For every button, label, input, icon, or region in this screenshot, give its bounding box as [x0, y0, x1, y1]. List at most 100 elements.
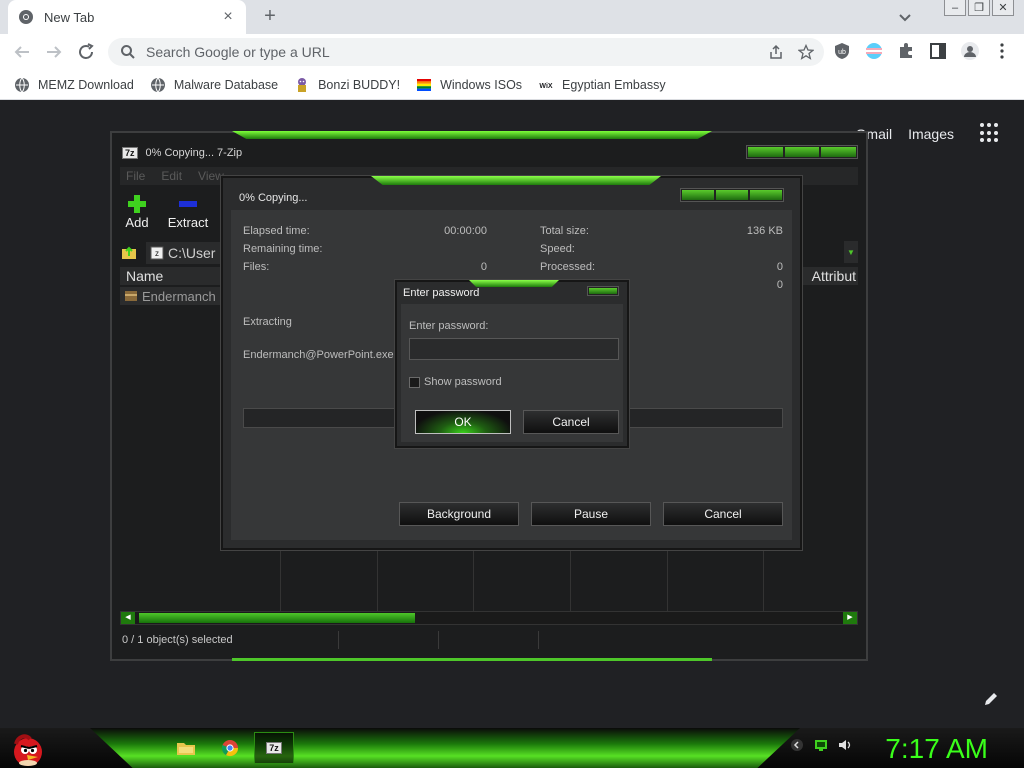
file-archive-icon	[125, 291, 137, 301]
password-dialog-title: Enter password	[403, 287, 480, 299]
copying-dialog-title: 0% Copying...	[239, 192, 308, 204]
ublock-icon[interactable]: ub	[832, 41, 852, 61]
restore-button[interactable]: ❐	[968, 0, 990, 16]
total-size-label: Total size:	[540, 225, 589, 237]
bookmark-label: Malware Database	[173, 77, 279, 92]
column-attributes[interactable]: Attribut	[812, 268, 856, 284]
customize-pencil-icon[interactable]	[982, 690, 1000, 708]
google-apps-icon[interactable]	[980, 123, 1000, 143]
cancel-password-button[interactable]: Cancel	[523, 410, 619, 434]
images-link[interactable]: Images	[908, 126, 954, 142]
windows-flag-icon	[417, 78, 432, 91]
menu-edit[interactable]: Edit	[161, 169, 182, 183]
background-button[interactable]: Background	[399, 502, 519, 526]
taskbar-explorer[interactable]	[166, 732, 206, 764]
files-value: 0	[480, 261, 487, 273]
volume-icon[interactable]	[838, 738, 852, 752]
horizontal-scrollbar[interactable]: ◀ ▶	[120, 611, 858, 625]
path-dropdown-icon[interactable]: ▼	[844, 241, 858, 263]
trans-flag-icon[interactable]	[864, 41, 884, 61]
add-button[interactable]: Add	[120, 193, 154, 230]
taskbar-7zip[interactable]: 7z	[254, 732, 294, 764]
folder-up-icon[interactable]	[120, 244, 138, 262]
minimize-button[interactable]: –	[944, 0, 966, 16]
sevenzip-statusbar: 0 / 1 object(s) selected	[120, 631, 858, 649]
tab-close-icon[interactable]: ×	[220, 9, 236, 25]
bookmark-label: Windows ISOs	[440, 77, 523, 92]
pause-button[interactable]: Pause	[531, 502, 651, 526]
extract-icon	[179, 201, 197, 207]
svg-text:ub: ub	[838, 49, 846, 56]
window-controls: – ❐ ✕	[944, 0, 1014, 16]
new-tab-button[interactable]: +	[258, 5, 282, 29]
share-icon[interactable]	[768, 44, 784, 60]
omnibox-input[interactable]	[146, 44, 746, 60]
remaining-time-label: Remaining time:	[243, 243, 323, 255]
total-size-value: 136 KB	[746, 225, 783, 237]
bookmark-memz[interactable]: MEMZ Download	[14, 77, 134, 93]
omnibox[interactable]	[108, 38, 824, 66]
back-icon[interactable]	[10, 40, 34, 64]
current-file-label: Endermanch@PowerPoint.exe	[243, 349, 394, 361]
tab-title: New Tab	[44, 9, 95, 25]
close-window-button[interactable]: ✕	[992, 0, 1014, 16]
bottom-glow	[232, 658, 712, 661]
scroll-right-icon[interactable]: ▶	[843, 612, 857, 624]
chrome-icon	[221, 740, 239, 757]
sevenzip-title-bar: 7z 0% Copying... 7-Zip	[122, 147, 242, 159]
bookmark-star-icon[interactable]	[798, 44, 814, 60]
bookmark-label: Bonzi BUDDY!	[318, 77, 401, 92]
elapsed-time-label: Elapsed time:	[243, 225, 310, 237]
scroll-left-icon[interactable]: ◀	[121, 612, 135, 624]
bookmark-egyptian-embassy[interactable]: WiX Egyptian Embassy	[538, 77, 666, 93]
checkbox-box[interactable]	[409, 376, 420, 388]
menu-view[interactable]: View	[198, 169, 224, 183]
status-selection: 0 / 1 object(s) selected	[122, 634, 233, 646]
password-label: Enter password:	[409, 320, 489, 332]
password-input[interactable]	[409, 338, 619, 360]
cancel-copy-button[interactable]: Cancel	[663, 502, 783, 526]
tray-arrow-icon[interactable]	[790, 738, 804, 752]
folder-icon	[177, 743, 195, 755]
extract-button[interactable]: Extract	[166, 193, 210, 230]
search-icon	[121, 45, 135, 59]
svg-text:z: z	[155, 249, 159, 258]
extra-value: 0	[776, 279, 783, 291]
menu-file[interactable]: File	[126, 169, 145, 183]
extensions-puzzle-icon[interactable]	[896, 41, 916, 61]
system-tray	[790, 738, 852, 752]
menu-kebab-icon[interactable]	[992, 41, 1012, 61]
profile-avatar-icon[interactable]	[960, 41, 980, 61]
show-password-label: Show password	[424, 376, 502, 388]
wix-icon: WiX	[539, 83, 552, 90]
bookmark-label: Egyptian Embassy	[562, 77, 666, 92]
bookmark-windows-isos[interactable]: Windows ISOs	[416, 77, 522, 93]
sevenzip-window-controls[interactable]	[746, 145, 858, 159]
column-name[interactable]: Name	[126, 268, 163, 284]
operation-label: Extracting	[243, 316, 292, 328]
taskbar-clock[interactable]: 7:17 AM	[885, 733, 988, 765]
bookmark-bonzi-buddy[interactable]: Bonzi BUDDY!	[294, 77, 400, 93]
scroll-thumb[interactable]	[139, 613, 415, 623]
copying-dialog-controls[interactable]	[680, 188, 784, 202]
svg-text:WiX: WiX	[539, 83, 552, 90]
globe-icon	[15, 77, 29, 93]
show-password-checkbox[interactable]: Show password	[409, 376, 502, 388]
reload-icon[interactable]	[74, 40, 98, 64]
angry-bird-start-icon[interactable]	[8, 730, 46, 768]
side-panel-icon[interactable]	[928, 41, 948, 61]
password-dialog-glow	[469, 280, 559, 287]
bookmarks-bar: MEMZ Download Malware Database Bonzi BUD…	[0, 70, 1024, 100]
forward-icon[interactable]	[42, 40, 66, 64]
tab-new-tab[interactable]: New Tab ×	[8, 0, 246, 34]
taskbar-chrome[interactable]	[210, 732, 250, 764]
password-dialog-close[interactable]	[587, 286, 619, 296]
password-dialog: Enter password Enter password: Show pass…	[395, 280, 629, 448]
sevenzip-taskbar-icon: 7z	[266, 742, 282, 754]
files-label: Files:	[243, 261, 270, 273]
taskbar	[0, 728, 1024, 768]
ok-button[interactable]: OK	[415, 410, 511, 434]
bookmark-malware-database[interactable]: Malware Database	[150, 77, 278, 93]
network-icon[interactable]	[814, 738, 828, 752]
tab-search-chevron-icon[interactable]	[896, 8, 914, 26]
